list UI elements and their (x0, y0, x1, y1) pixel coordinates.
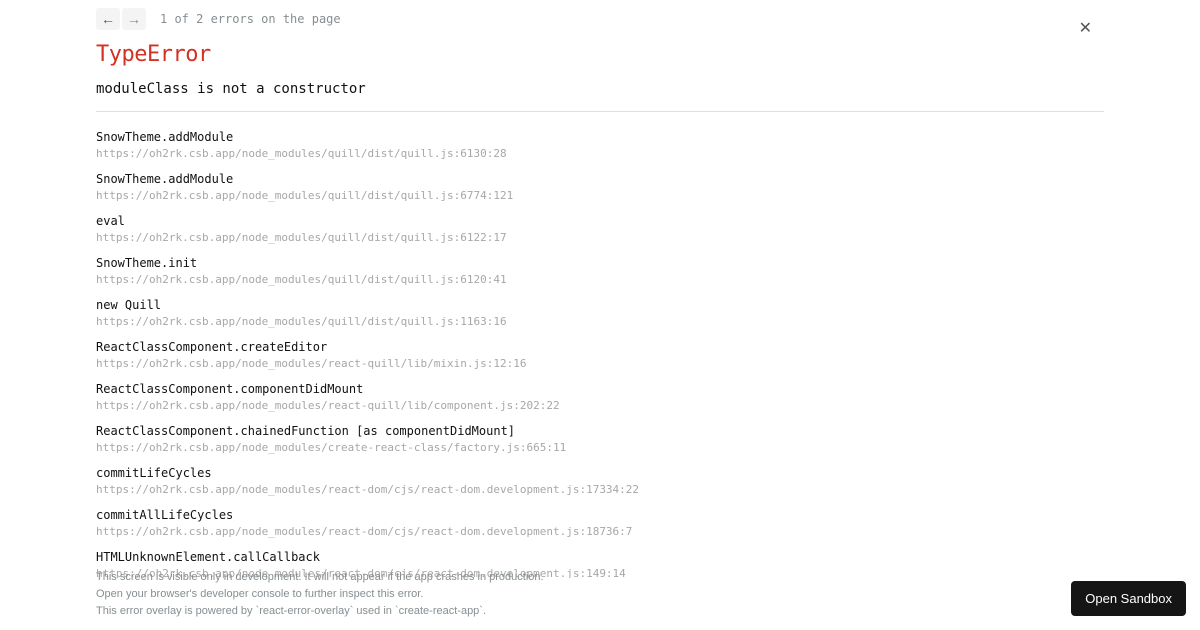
frame-function: commitAllLifeCycles (96, 508, 1104, 522)
stack-frame[interactable]: eval https://oh2rk.csb.app/node_modules/q… (96, 214, 1104, 244)
close-icon: ✕ (1079, 20, 1092, 37)
frame-location: https://oh2rk.csb.app/node_modules/react… (96, 483, 1104, 496)
stack-frame[interactable]: ReactClassComponent.componentDidMount htt… (96, 382, 1104, 412)
frame-location: https://oh2rk.csb.app/node_modules/quill… (96, 315, 1104, 328)
stack-frame[interactable]: commitLifeCycles https://oh2rk.csb.app/no… (96, 466, 1104, 496)
frame-function: ReactClassComponent.componentDidMount (96, 382, 1104, 396)
error-type: TypeError (96, 42, 1104, 67)
frame-function: new Quill (96, 298, 1104, 312)
frame-function: HTMLUnknownElement.callCallback (96, 550, 1104, 564)
frame-function: SnowTheme.addModule (96, 172, 1104, 186)
frame-location: https://oh2rk.csb.app/node_modules/quill… (96, 231, 1104, 244)
error-nav: ← → (96, 8, 146, 30)
stack-frame[interactable]: SnowTheme.addModule https://oh2rk.csb.app… (96, 172, 1104, 202)
error-message: moduleClass is not a constructor (96, 81, 1104, 97)
stack-frame[interactable]: SnowTheme.addModule https://oh2rk.csb.app… (96, 130, 1104, 160)
footer-line: Open your browser's developer console to… (96, 586, 544, 603)
arrow-right-icon: → (127, 11, 141, 27)
overlay-header: ← → 1 of 2 errors on the page (0, 0, 1200, 30)
frame-function: commitLifeCycles (96, 466, 1104, 480)
frame-function: eval (96, 214, 1104, 228)
error-overlay: ← → 1 of 2 errors on the page ✕ TypeErro… (0, 0, 1200, 630)
overlay-content: TypeError moduleClass is not a construct… (0, 30, 1200, 578)
frame-location: https://oh2rk.csb.app/node_modules/creat… (96, 441, 1104, 454)
frame-location: https://oh2rk.csb.app/node_modules/quill… (96, 147, 1104, 160)
close-button[interactable]: ✕ (1079, 18, 1092, 38)
stack-frame[interactable]: ReactClassComponent.createEditor https://… (96, 340, 1104, 370)
frame-function: SnowTheme.init (96, 256, 1104, 270)
frame-function: ReactClassComponent.createEditor (96, 340, 1104, 354)
divider (96, 111, 1104, 112)
frame-function: SnowTheme.addModule (96, 130, 1104, 144)
footer-line: This screen is visible only in developme… (96, 569, 544, 586)
next-error-button[interactable]: → (122, 8, 146, 30)
prev-error-button[interactable]: ← (96, 8, 120, 30)
stack-frame[interactable]: SnowTheme.init https://oh2rk.csb.app/node… (96, 256, 1104, 286)
open-sandbox-button[interactable]: Open Sandbox (1071, 581, 1186, 616)
footer-line: This error overlay is powered by `react-… (96, 603, 544, 620)
stack-frame[interactable]: commitAllLifeCycles https://oh2rk.csb.app… (96, 508, 1104, 538)
frame-location: https://oh2rk.csb.app/node_modules/react… (96, 399, 1104, 412)
stack-trace: SnowTheme.addModule https://oh2rk.csb.app… (96, 130, 1104, 578)
frame-location: https://oh2rk.csb.app/node_modules/react… (96, 525, 1104, 538)
frame-location: https://oh2rk.csb.app/node_modules/quill… (96, 189, 1104, 202)
arrow-left-icon: ← (101, 11, 115, 27)
stack-frame[interactable]: new Quill https://oh2rk.csb.app/node_modu… (96, 298, 1104, 328)
stack-frame[interactable]: ReactClassComponent.chainedFunction [as … (96, 424, 1104, 454)
frame-location: https://oh2rk.csb.app/node_modules/react… (96, 357, 1104, 370)
frame-location: https://oh2rk.csb.app/node_modules/quill… (96, 273, 1104, 286)
overlay-footer: This screen is visible only in developme… (96, 569, 544, 620)
frame-function: ReactClassComponent.chainedFunction [as … (96, 424, 1104, 438)
error-count-label: 1 of 2 errors on the page (160, 12, 341, 26)
